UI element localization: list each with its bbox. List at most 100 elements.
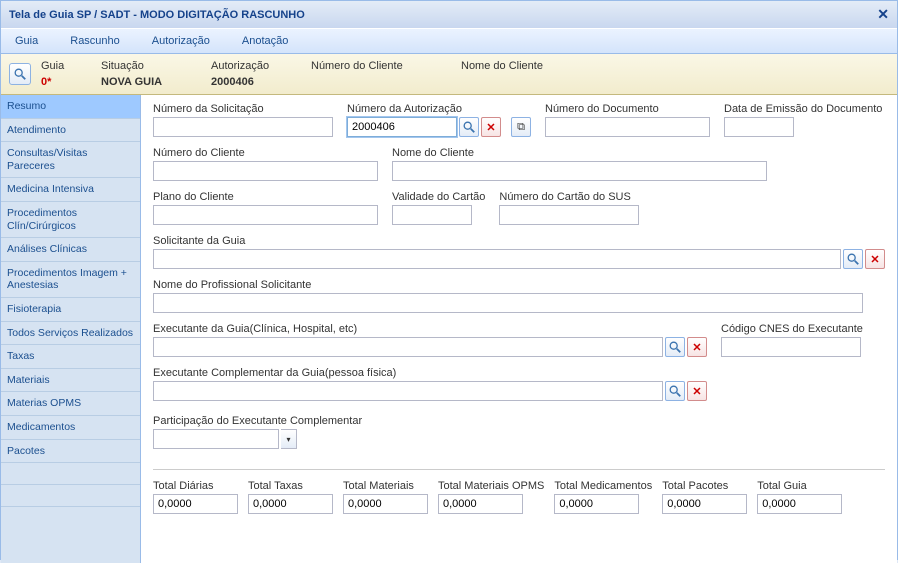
label-total-materiais: Total Materiais xyxy=(343,480,428,492)
label-num-solicitacao: Número da Solicitação xyxy=(153,103,333,115)
search-icon xyxy=(668,384,682,398)
input-num-autorizacao[interactable] xyxy=(347,117,457,137)
input-executante-guia[interactable] xyxy=(153,337,663,357)
field-num-solicitacao: Número da Solicitação xyxy=(153,103,333,137)
field-solicitante-guia: Solicitante da Guia ✕ xyxy=(153,235,885,269)
field-num-documento: Número do Documento xyxy=(545,103,710,137)
sidebar-item-pacotes[interactable]: Pacotes xyxy=(1,440,140,464)
field-validade-cartao: Validade do Cartão xyxy=(392,191,485,225)
label-total-taxas: Total Taxas xyxy=(248,480,333,492)
ctx-val-nomecli xyxy=(461,76,543,88)
input-participacao-exec[interactable] xyxy=(153,429,279,449)
delete-executante-button[interactable]: ✕ xyxy=(687,337,707,357)
input-num-cartao-sus[interactable] xyxy=(499,205,639,225)
sidebar-item-taxas[interactable]: Taxas xyxy=(1,345,140,369)
input-num-documento[interactable] xyxy=(545,117,710,137)
input-total-diarias[interactable] xyxy=(153,494,238,514)
label-executante-comp: Executante Complementar da Guia(pessoa f… xyxy=(153,367,707,379)
sidebar-item-fisioterapia[interactable]: Fisioterapia xyxy=(1,298,140,322)
label-data-emissao: Data de Emissão do Documento xyxy=(724,103,882,115)
ctx-val-situacao: NOVA GUIA xyxy=(101,76,201,88)
context-search-button[interactable] xyxy=(9,63,31,85)
ctx-hdr-numcli: Número do Cliente xyxy=(311,60,451,72)
ctx-hdr-situacao: Situação xyxy=(101,60,201,72)
sidebar-item-medicamentos[interactable]: Medicamentos xyxy=(1,416,140,440)
sidebar-item-procedimentos-clin[interactable]: Procedimentos Clín/Cirúrgicos xyxy=(1,202,140,238)
input-solicitante-guia[interactable] xyxy=(153,249,841,269)
input-data-emissao[interactable] xyxy=(724,117,794,137)
window: Tela de Guia SP / SADT - MODO DIGITAÇÃO … xyxy=(0,0,898,560)
totals-row: Total Diárias Total Taxas Total Materiai… xyxy=(153,469,885,514)
titlebar: Tela de Guia SP / SADT - MODO DIGITAÇÃO … xyxy=(1,1,897,28)
close-button[interactable]: ✕ xyxy=(877,6,889,23)
label-participacao-exec: Participação do Executante Complementar xyxy=(153,415,362,427)
search-icon xyxy=(668,340,682,354)
label-num-autorizacao: Número da Autorização xyxy=(347,103,531,115)
label-num-documento: Número do Documento xyxy=(545,103,710,115)
field-executante-comp: Executante Complementar da Guia(pessoa f… xyxy=(153,367,707,401)
sidebar-item-empty xyxy=(1,485,140,507)
copy-autorizacao-button[interactable]: ⧉ xyxy=(511,117,531,137)
ctx-hdr-nomecli: Nome do Cliente xyxy=(461,60,543,72)
delete-solicitante-button[interactable]: ✕ xyxy=(865,249,885,269)
label-total-guia: Total Guia xyxy=(757,480,842,492)
field-total-materiais: Total Materiais xyxy=(343,480,428,514)
field-participacao-exec: Participação do Executante Complementar … xyxy=(153,415,362,449)
ctx-val-numcli xyxy=(311,76,451,88)
delete-executante-comp-button[interactable]: ✕ xyxy=(687,381,707,401)
input-cnes-executante[interactable] xyxy=(721,337,861,357)
field-total-taxas: Total Taxas xyxy=(248,480,333,514)
menu-autorizacao[interactable]: Autorização xyxy=(146,33,216,49)
label-total-medicamentos: Total Medicamentos xyxy=(554,480,652,492)
field-data-emissao: Data de Emissão do Documento xyxy=(724,103,882,137)
label-total-diarias: Total Diárias xyxy=(153,480,238,492)
label-solicitante-guia: Solicitante da Guia xyxy=(153,235,885,247)
delete-autorizacao-button[interactable]: ✕ xyxy=(481,117,501,137)
field-total-materiais-opms: Total Materiais OPMS xyxy=(438,480,544,514)
input-nome-prof-solic[interactable] xyxy=(153,293,863,313)
input-total-guia[interactable] xyxy=(757,494,842,514)
input-num-solicitacao[interactable] xyxy=(153,117,333,137)
input-total-pacotes[interactable] xyxy=(662,494,747,514)
ctx-val-guia: 0* xyxy=(41,76,91,88)
input-validade-cartao[interactable] xyxy=(392,205,472,225)
input-plano-cliente[interactable] xyxy=(153,205,378,225)
label-validade-cartao: Validade do Cartão xyxy=(392,191,485,203)
sidebar-item-resumo[interactable]: Resumo xyxy=(1,95,140,119)
input-executante-comp[interactable] xyxy=(153,381,663,401)
input-num-cliente[interactable] xyxy=(153,161,378,181)
menu-rascunho[interactable]: Rascunho xyxy=(64,33,126,49)
field-num-cliente: Número do Cliente xyxy=(153,147,378,181)
input-total-materiais[interactable] xyxy=(343,494,428,514)
input-total-materiais-opms[interactable] xyxy=(438,494,523,514)
menu-guia[interactable]: Guia xyxy=(9,33,44,49)
input-total-taxas[interactable] xyxy=(248,494,333,514)
sidebar-item-todos-servicos[interactable]: Todos Serviços Realizados xyxy=(1,322,140,346)
sidebar-item-atendimento[interactable]: Atendimento xyxy=(1,119,140,143)
search-icon xyxy=(462,120,476,134)
field-total-diarias: Total Diárias xyxy=(153,480,238,514)
copy-icon: ⧉ xyxy=(517,121,525,134)
sidebar-item-medicina-intensiva[interactable]: Medicina Intensiva xyxy=(1,178,140,202)
menu-anotacao[interactable]: Anotação xyxy=(236,33,294,49)
search-autorizacao-button[interactable] xyxy=(459,117,479,137)
window-title: Tela de Guia SP / SADT - MODO DIGITAÇÃO … xyxy=(9,9,305,21)
sidebar-item-materiais[interactable]: Materiais xyxy=(1,369,140,393)
dropdown-participacao-exec[interactable]: ▾ xyxy=(281,429,297,449)
input-nome-cliente[interactable] xyxy=(392,161,767,181)
ctx-hdr-guia: Guia xyxy=(41,60,91,72)
field-num-cartao-sus: Número do Cartão do SUS xyxy=(499,191,639,225)
label-total-materiais-opms: Total Materiais OPMS xyxy=(438,480,544,492)
x-icon: ✕ xyxy=(486,121,495,134)
search-executante-comp-button[interactable] xyxy=(665,381,685,401)
x-icon: ✕ xyxy=(692,385,701,398)
search-executante-button[interactable] xyxy=(665,337,685,357)
sidebar-item-analises-clinicas[interactable]: Análises Clínicas xyxy=(1,238,140,262)
sidebar-item-materias-opms[interactable]: Materias OPMS xyxy=(1,392,140,416)
field-nome-prof-solic: Nome do Profissional Solicitante xyxy=(153,279,885,313)
search-solicitante-button[interactable] xyxy=(843,249,863,269)
sidebar-item-consultas[interactable]: Consultas/Visitas Pareceres xyxy=(1,142,140,178)
input-total-medicamentos[interactable] xyxy=(554,494,639,514)
sidebar-item-procedimentos-imagem[interactable]: Procedimentos Imagem + Anestesias xyxy=(1,262,140,298)
context-bar: Guia Situação Autorização Número do Clie… xyxy=(1,54,897,95)
